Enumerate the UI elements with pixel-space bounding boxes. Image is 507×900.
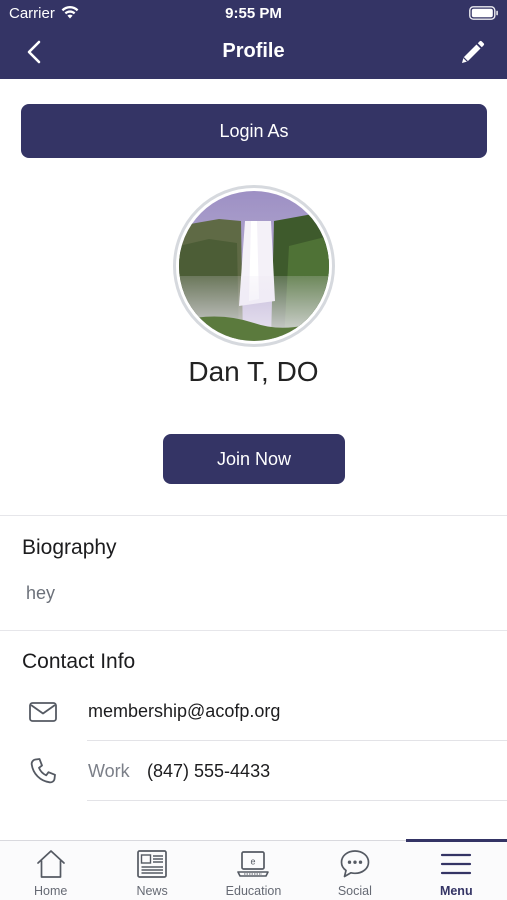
contact-phone-row[interactable]: Work (847) 555-4433	[0, 741, 507, 801]
contact-phone-value: (847) 555-4433	[147, 761, 271, 781]
join-now-button[interactable]: Join Now	[163, 434, 345, 484]
status-bar: Carrier 9:55 PM	[0, 0, 507, 28]
tab-news[interactable]: News	[101, 841, 202, 900]
page-title: Profile	[222, 40, 285, 62]
active-tab-indicator	[406, 839, 507, 842]
app-header: Carrier 9:55 PM Profile	[0, 0, 507, 79]
tab-news-label: News	[136, 884, 168, 898]
tab-education-label: Education	[225, 884, 282, 898]
tab-bar: Home News e Education Social Menu	[0, 840, 507, 900]
contact-info-heading: Contact Info	[22, 650, 136, 673]
phone-icon	[27, 755, 59, 787]
divider	[0, 630, 507, 631]
tab-home-label: Home	[34, 884, 68, 898]
contact-email-row[interactable]: membership@acofp.org	[0, 681, 507, 741]
biography-text: hey	[26, 583, 56, 603]
row-divider	[87, 800, 507, 801]
battery-icon	[469, 6, 499, 25]
mail-icon	[27, 695, 59, 727]
biography-heading: Biography	[22, 536, 117, 559]
edit-button[interactable]	[459, 40, 485, 66]
status-time: 9:55 PM	[225, 5, 282, 22]
tab-menu-label: Menu	[439, 884, 473, 898]
laptop-icon: e	[237, 851, 270, 877]
newspaper-icon	[137, 850, 167, 878]
contact-phone-label: Work	[88, 761, 130, 781]
pencil-icon	[462, 40, 485, 63]
house-icon	[36, 850, 65, 878]
tab-home[interactable]: Home	[0, 841, 101, 900]
hamburger-icon	[441, 853, 472, 875]
tab-menu[interactable]: Menu	[406, 841, 507, 900]
profile-name: Dan T, DO	[188, 356, 319, 387]
contact-email-value: membership@acofp.org	[88, 701, 281, 721]
divider	[0, 515, 507, 516]
tab-social[interactable]: Social	[304, 841, 405, 900]
login-as-button[interactable]: Login As	[21, 104, 487, 158]
avatar[interactable]	[173, 185, 335, 347]
tab-social-label: Social	[337, 884, 372, 898]
tab-education[interactable]: e Education	[203, 841, 304, 900]
speech-bubble-icon	[340, 850, 370, 878]
waterfall-photo	[179, 191, 329, 341]
svg-text:e: e	[251, 857, 256, 867]
